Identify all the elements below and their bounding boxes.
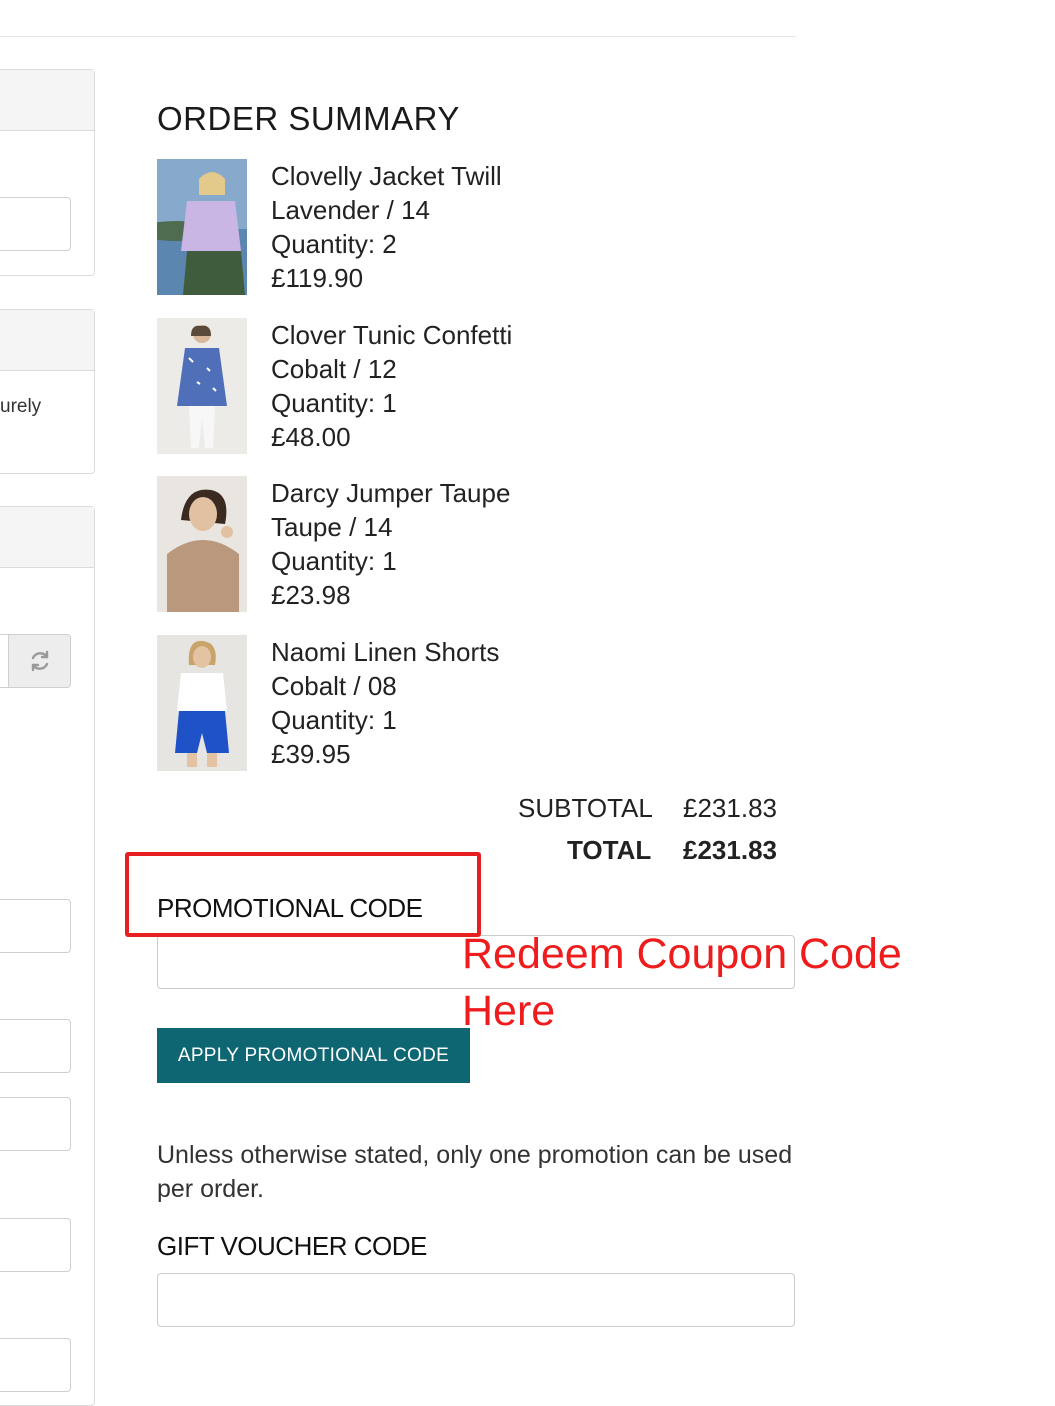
item-price: £48.00 (271, 422, 351, 452)
subtotal-label: SUBTOTAL (518, 793, 653, 823)
total-label: TOTAL (567, 835, 652, 865)
product-image[interactable] (157, 159, 247, 295)
gift-voucher-label: GIFT VOUCHER CODE (157, 1231, 427, 1261)
item-details: Darcy Jumper Taupe Taupe / 14 Quantity: … (271, 476, 510, 612)
left-panel-header (0, 70, 94, 131)
product-image[interactable] (157, 476, 247, 612)
left-panel-header (0, 507, 94, 568)
item-price: £39.95 (271, 739, 351, 769)
promo-notice: Unless otherwise stated, only one promot… (157, 1141, 793, 1203)
order-item: Naomi Linen Shorts Cobalt / 08 Quantity:… (157, 635, 777, 772)
top-divider (0, 36, 796, 37)
gift-voucher-input[interactable] (157, 1273, 795, 1327)
item-name[interactable]: Darcy Jumper Taupe (271, 476, 510, 510)
refresh-button[interactable] (8, 634, 71, 688)
item-variant: Cobalt / 12 (271, 354, 397, 384)
item-details: Naomi Linen Shorts Cobalt / 08 Quantity:… (271, 635, 499, 771)
refresh-icon (31, 650, 48, 672)
left-input-5[interactable] (0, 1338, 71, 1392)
product-image[interactable] (157, 635, 247, 771)
annotation-line-2: Here (462, 987, 556, 1035)
item-name[interactable]: Clover Tunic Confetti (271, 318, 512, 352)
item-quantity: Quantity: 2 (271, 229, 397, 259)
item-variant: Cobalt / 08 (271, 671, 397, 701)
annotation-highlight-box (125, 852, 481, 937)
item-price: £119.90 (271, 263, 364, 293)
annotation-text: Redeem Coupon Code Here (462, 926, 902, 1040)
order-summary-title: ORDER SUMMARY (157, 100, 460, 137)
left-input-1[interactable] (0, 899, 71, 953)
product-image[interactable] (157, 318, 247, 454)
item-price: £23.98 (271, 580, 351, 610)
left-input-email[interactable] (0, 197, 71, 251)
annotation-line-1: Redeem Coupon Code (462, 930, 902, 978)
item-details: Clovelly Jacket Twill Lavender / 14 Quan… (271, 159, 502, 295)
item-variant: Lavender / 14 (271, 195, 431, 225)
left-panel-text-fragment: urely (0, 396, 42, 417)
total-value: £231.83 (683, 835, 777, 865)
left-input-2[interactable] (0, 1019, 71, 1073)
item-quantity: Quantity: 1 (271, 388, 397, 418)
left-panel-info (0, 309, 95, 474)
left-panel-header (0, 310, 94, 371)
item-variant: Taupe / 14 (271, 512, 393, 542)
left-input-4[interactable] (0, 1218, 71, 1272)
item-details: Clover Tunic Confetti Cobalt / 12 Quanti… (271, 318, 512, 454)
order-item: Clovelly Jacket Twill Lavender / 14 Quan… (157, 159, 777, 296)
item-quantity: Quantity: 1 (271, 546, 397, 576)
order-item: Clover Tunic Confetti Cobalt / 12 Quanti… (157, 318, 777, 455)
order-item: Darcy Jumper Taupe Taupe / 14 Quantity: … (157, 476, 777, 613)
apply-promo-button[interactable]: APPLY PROMOTIONAL CODE (157, 1028, 470, 1083)
item-quantity: Quantity: 1 (271, 705, 397, 735)
left-input-3[interactable] (0, 1097, 71, 1151)
subtotal-value: £231.83 (683, 793, 777, 823)
item-name[interactable]: Clovelly Jacket Twill (271, 159, 502, 193)
item-name[interactable]: Naomi Linen Shorts (271, 635, 499, 669)
